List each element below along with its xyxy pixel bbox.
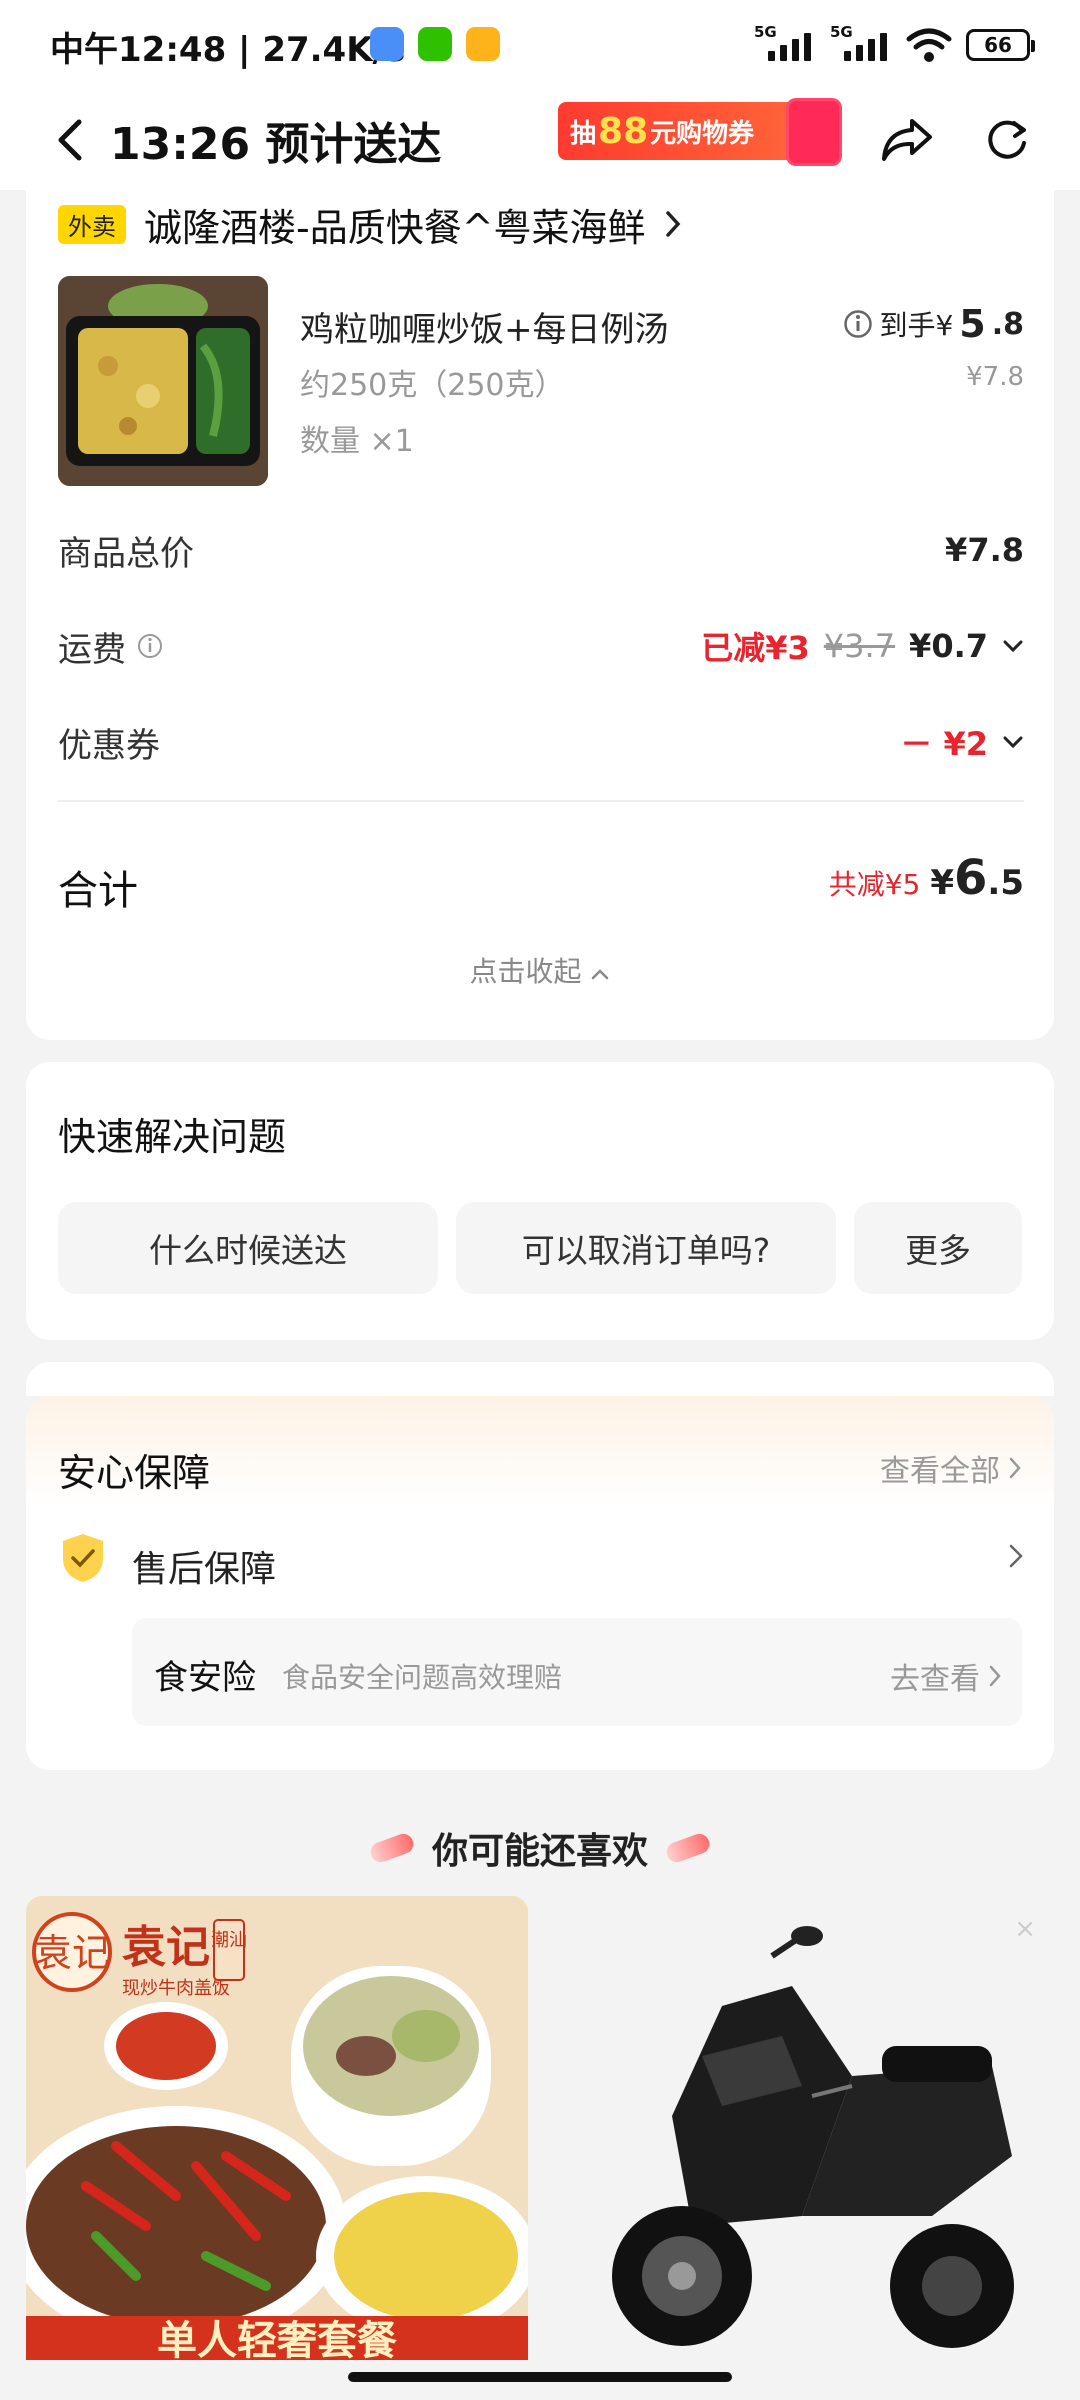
wifi-icon	[906, 28, 952, 62]
close-icon[interactable]: ×	[1014, 1914, 1036, 1944]
delivery-discount: 已减¥3	[701, 629, 810, 667]
final-price-dec: .8	[991, 306, 1024, 342]
chevron-down-icon	[1003, 640, 1023, 653]
collapse-label: 点击收起	[469, 955, 582, 988]
battery-indicator: 66	[966, 29, 1035, 61]
coupon-value: － ¥2	[900, 725, 988, 763]
promo-amount: 88	[598, 110, 649, 152]
page-title: 13:26 预计送达	[110, 119, 442, 170]
signal-icon-1: 5G	[754, 23, 816, 65]
page-header: 13:26 预计送达 抽 88 元购物券	[0, 90, 1080, 190]
recommend-card-food[interactable]: 袁记 袁记 潮汕 现炒牛肉盖饭 单人轻奢套餐	[26, 1896, 528, 2360]
info-icon[interactable]	[136, 632, 164, 660]
wechat-icon	[418, 27, 452, 61]
shield-check-icon	[63, 1534, 103, 1582]
signal-icon-2: 5G	[830, 23, 892, 65]
divider	[58, 800, 1024, 802]
collapse-toggle[interactable]: 点击收起	[26, 950, 1054, 990]
brand-subtitle: 现炒牛肉盖饭	[122, 1978, 230, 1999]
message-icon	[466, 27, 500, 61]
brand-tag: 潮汕	[211, 1930, 247, 1951]
original-price: ¥7.8	[966, 362, 1024, 392]
coupon-label: 优惠券	[58, 725, 160, 766]
store-name: 诚隆酒楼-品质快餐^粤菜海鲜	[144, 205, 646, 250]
product-weight: 约250克（250克）	[300, 368, 565, 403]
quick-help-button-more[interactable]: 更多	[854, 1202, 1022, 1294]
recommend-header: 你可能还喜欢	[0, 1822, 1080, 1874]
quick-help-card: 快速解决问题 什么时候送达 可以取消订单吗? 更多	[26, 1062, 1054, 1340]
subtotal-row: 商品总价 ¥7.8	[58, 520, 1024, 580]
chevron-right-icon[interactable]	[1008, 1542, 1024, 1570]
refresh-button[interactable]	[975, 108, 1039, 172]
chevron-right-icon	[665, 211, 680, 237]
delivery-tag: 外卖	[58, 204, 126, 244]
status-time: 中午12:48 | 27.4K/s	[50, 30, 406, 70]
view-all-label: 查看全部	[880, 1454, 1000, 1489]
status-bar: 中午12:48 | 27.4K/s 5G 5G 66	[0, 0, 1080, 90]
total-dec: .5	[987, 863, 1024, 903]
chevron-down-icon	[1003, 736, 1023, 749]
card-edge	[26, 1362, 1054, 1396]
quick-help-title: 快速解决问题	[58, 1115, 287, 1159]
total-yen: ¥	[930, 863, 955, 903]
final-price-int: 5	[959, 302, 986, 346]
delivery-fee-row[interactable]: 运费 已减¥3 ¥3.7 ¥0.7	[58, 616, 1024, 676]
share-icon	[882, 119, 932, 161]
food-safety-insurance[interactable]: 食安险 食品安全问题高效理赔 去查看	[132, 1618, 1022, 1726]
final-price[interactable]: 到手¥ 5.8	[843, 302, 1024, 346]
recommend-title: 你可能还喜欢	[431, 1831, 648, 1872]
quick-help-button-cancel-order[interactable]: 可以取消订单吗?	[456, 1202, 836, 1294]
order-detail-card: 外卖 诚隆酒楼-品质快餐^粤菜海鲜 鸡粒咖喱炒饭+每日例汤 约250克（250克…	[26, 190, 1054, 1040]
gift-icon	[786, 98, 842, 166]
chevron-left-icon	[58, 119, 82, 161]
insurance-view-link[interactable]: 去查看	[890, 1654, 1002, 1698]
scooter-image	[552, 1896, 1054, 2360]
refresh-icon	[988, 120, 1026, 159]
view-all-link[interactable]: 查看全部	[880, 1446, 1022, 1490]
promo-prefix: 抽	[570, 118, 597, 149]
subtotal-label: 商品总价	[58, 533, 194, 574]
promo-suffix: 元购物券	[650, 118, 755, 149]
total-saved: 共减¥5	[828, 868, 921, 901]
guarantee-title: 安心保障	[58, 1451, 211, 1495]
total-value: 共减¥5 ¥6.5	[829, 850, 1024, 906]
delivery-fee-label: 运费	[58, 629, 126, 670]
final-price-label: 到手¥	[879, 309, 954, 342]
promo-banner[interactable]: 抽 88 元购物券	[558, 98, 842, 166]
insurance-action-label: 去查看	[890, 1662, 980, 1697]
brand-name: 袁记	[122, 1922, 210, 1973]
home-indicator[interactable]	[348, 2372, 732, 2382]
product-quantity: 数量 ×1	[300, 424, 414, 459]
chevron-right-icon	[989, 1665, 1001, 1687]
chevron-right-icon	[1009, 1457, 1021, 1479]
back-button[interactable]	[40, 110, 100, 170]
decor-pill-icon	[663, 1831, 713, 1865]
subtotal-value: ¥7.8	[945, 531, 1024, 569]
insurance-description: 食品安全问题高效理赔	[282, 1661, 563, 1694]
banner-text: 单人轻奢套餐	[157, 2318, 397, 2360]
delivery-fee-value: ¥0.7	[909, 627, 988, 665]
product-image[interactable]	[58, 276, 268, 486]
info-icon	[844, 310, 873, 338]
guarantee-card: 安心保障 查看全部 售后保障 食安险 食品安全问题高效理赔 去查看	[26, 1396, 1054, 1770]
brand-logo-char: 袁记	[34, 1931, 110, 1975]
insurance-title: 食安险	[154, 1658, 256, 1698]
product-name: 鸡粒咖喱炒饭+每日例汤	[300, 310, 669, 350]
delivery-original-price: ¥3.7	[823, 627, 896, 665]
total-label: 合计	[58, 868, 138, 914]
app-notification-icon-1	[370, 27, 404, 61]
coupon-row[interactable]: 优惠券 － ¥2	[58, 712, 1024, 772]
recommend-card-scooter[interactable]: ×	[552, 1896, 1054, 2360]
decor-pill-icon	[367, 1831, 417, 1865]
chevron-up-icon	[592, 969, 609, 980]
share-button[interactable]	[875, 108, 939, 172]
total-int: 6	[954, 850, 988, 906]
quick-help-button-delivery-time[interactable]: 什么时候送达	[58, 1202, 438, 1294]
store-link[interactable]: 外卖 诚隆酒楼-品质快餐^粤菜海鲜	[58, 194, 682, 254]
after-sale-label[interactable]: 售后保障	[132, 1540, 276, 1592]
